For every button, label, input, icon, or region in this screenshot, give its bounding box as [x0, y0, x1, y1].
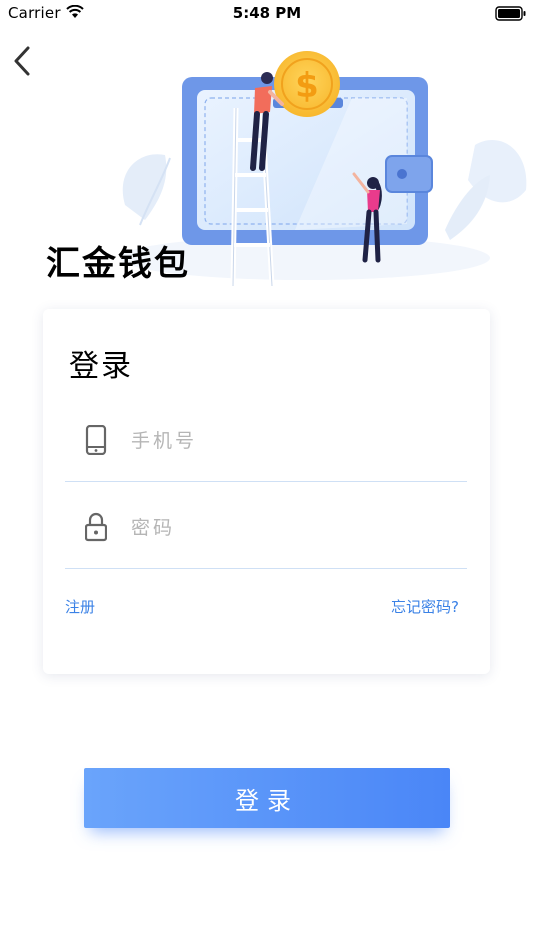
password-input[interactable] — [129, 510, 453, 546]
app-brand-title: 汇金钱包 — [46, 244, 190, 284]
login-button[interactable]: 登录 — [84, 768, 450, 828]
phone-field — [65, 395, 467, 482]
phone-input[interactable] — [129, 423, 453, 459]
lock-icon — [85, 512, 107, 542]
login-card: 登录 注册 忘记密码? — [43, 309, 490, 674]
password-field — [65, 482, 467, 569]
register-link[interactable]: 注册 — [65, 596, 95, 617]
login-card-title: 登录 — [69, 349, 133, 384]
svg-text:$: $ — [295, 66, 319, 106]
clock-label: 5:48 PM — [232, 4, 302, 22]
battery-icon — [495, 6, 526, 21]
chevron-left-icon — [14, 46, 30, 76]
back-button[interactable] — [10, 44, 38, 78]
forgot-password-link[interactable]: 忘记密码? — [391, 596, 459, 617]
phone-icon — [85, 425, 107, 455]
status-bar: Carrier 5:48 PM — [0, 0, 534, 28]
